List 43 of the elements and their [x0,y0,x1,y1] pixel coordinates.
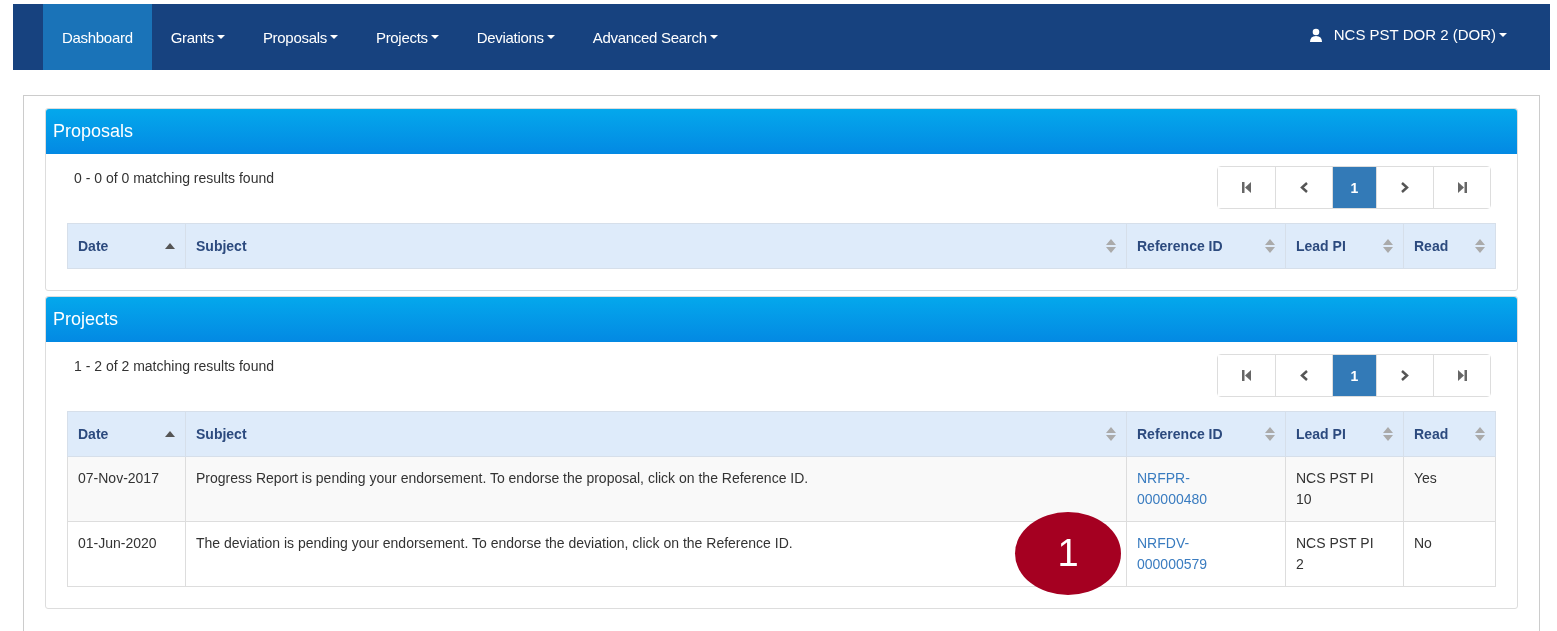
column-header[interactable]: Reference ID [1126,411,1286,457]
last-page-icon [1457,370,1467,381]
results-count: 0 - 0 of 0 matching results found [73,170,274,186]
panel-title: Projects [53,309,119,330]
page-button[interactable] [1433,167,1490,208]
page-button[interactable] [1433,355,1490,396]
page-button[interactable]: 1 [1332,167,1376,208]
chevron-left-icon [1300,182,1308,193]
read-status-cell: No [1414,535,1432,551]
column-header[interactable]: Subject [185,223,1127,269]
column-header[interactable]: Subject [185,411,1127,457]
column-header[interactable]: Lead PI [1285,411,1404,457]
last-page-icon [1457,182,1467,193]
lead-pi-cell-text: NCS PST PI 2 [1296,534,1375,574]
column-header[interactable]: Reference ID [1126,223,1286,269]
user-menu[interactable]: NCS PST DOR 2 (DOR) [1309,26,1507,43]
first-page-icon [1242,182,1251,193]
subject-cell: The deviation is pending your endorsement. To endorse the deviation, click on the Reference ID. [196,535,793,551]
panel-title: Proposals [53,121,134,142]
nav-menu-item[interactable]: Projects [356,4,458,70]
first-page-icon [1242,370,1251,381]
nav-menu-item[interactable]: Grants [151,4,244,70]
column-header[interactable]: Read [1403,223,1496,269]
date-cell: 07-Nov-2017 [78,470,159,486]
nav-menu-item[interactable]: Proposals [243,4,357,70]
lead-pi-cell-text: NCS PST PI 10 [1296,469,1375,509]
date-cell: 01-Jun-2020 [78,535,157,551]
chevron-left-icon [1300,370,1308,381]
user-icon [1309,27,1322,42]
nav-menu-item[interactable]: Dashboard [43,4,152,70]
column-header[interactable]: Read [1403,411,1496,457]
page-button[interactable]: 1 [1332,355,1376,396]
nav-menu-item[interactable]: Advanced Search [573,4,737,70]
column-header[interactable]: Date [67,411,186,457]
subject-cell: Progress Report is pending your endorsement. To endorse the proposal, click on the Reference ID. [196,470,809,486]
chevron-right-icon [1401,182,1409,193]
caret-icon [1499,32,1507,37]
column-header[interactable]: Date [67,223,186,269]
chevron-right-icon [1401,370,1409,381]
results-count: 1 - 2 of 2 matching results found [73,358,274,374]
nav-menu-item[interactable]: Deviations [457,4,574,70]
column-header[interactable]: Lead PI [1285,223,1404,269]
read-status-cell: Yes [1414,470,1437,486]
